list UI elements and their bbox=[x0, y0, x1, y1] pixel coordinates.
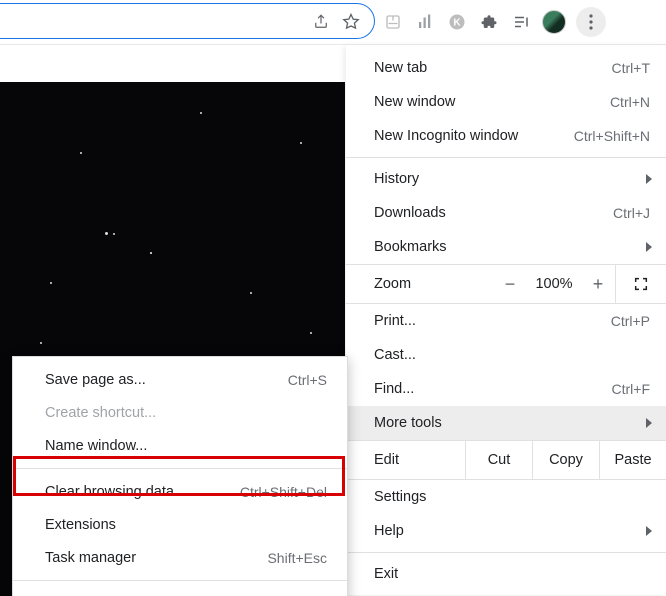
menu-cast[interactable]: Cast... bbox=[346, 338, 666, 372]
menu-new-window[interactable]: New window Ctrl+N bbox=[346, 85, 666, 119]
submenu-label: Task manager bbox=[45, 550, 136, 566]
menu-shortcut: Ctrl+N bbox=[610, 94, 650, 110]
menu-shortcut: Ctrl+J bbox=[613, 205, 650, 221]
menu-settings[interactable]: Settings bbox=[346, 480, 666, 514]
submenu-shortcut: Shift+Esc bbox=[267, 550, 327, 566]
zoom-label: Zoom bbox=[346, 276, 411, 292]
menu-shortcut: Ctrl+P bbox=[611, 313, 650, 329]
edit-label: Edit bbox=[346, 452, 399, 468]
menu-label: History bbox=[374, 171, 419, 187]
menu-label: New tab bbox=[374, 60, 427, 76]
svg-text:K: K bbox=[453, 17, 461, 28]
menu-label: Bookmarks bbox=[374, 239, 447, 255]
menu-label: Downloads bbox=[374, 205, 446, 221]
submenu-task-manager[interactable]: Task manager Shift+Esc bbox=[13, 541, 347, 574]
extensions-puzzle-icon[interactable] bbox=[478, 11, 500, 33]
extension-icon-2[interactable] bbox=[414, 11, 436, 33]
menu-label: New Incognito window bbox=[374, 128, 518, 144]
share-icon[interactable] bbox=[310, 11, 332, 33]
menu-downloads[interactable]: Downloads Ctrl+J bbox=[346, 196, 666, 230]
more-tools-submenu: Save page as... Ctrl+S Create shortcut..… bbox=[12, 356, 348, 596]
submenu-shortcut: Ctrl+S bbox=[288, 372, 327, 388]
submenu-developer-tools[interactable]: Developer tools Ctrl+Shift+I bbox=[13, 587, 347, 596]
zoom-out-button[interactable]: − bbox=[493, 274, 527, 295]
edit-paste-button[interactable]: Paste bbox=[599, 441, 666, 479]
menu-help[interactable]: Help bbox=[346, 514, 666, 548]
submenu-label: Clear browsing data... bbox=[45, 484, 186, 500]
menu-history[interactable]: History bbox=[346, 162, 666, 196]
menu-label: Help bbox=[374, 523, 404, 539]
edit-copy-button[interactable]: Copy bbox=[532, 441, 599, 479]
submenu-label: Save page as... bbox=[45, 372, 146, 388]
menu-label: Settings bbox=[374, 489, 426, 505]
chrome-menu-button[interactable] bbox=[576, 7, 606, 37]
edit-cut-button[interactable]: Cut bbox=[465, 441, 532, 479]
submenu-label: Name window... bbox=[45, 438, 147, 454]
menu-label: Print... bbox=[374, 313, 416, 329]
menu-new-incognito[interactable]: New Incognito window Ctrl+Shift+N bbox=[346, 119, 666, 153]
submenu-shortcut: Ctrl+Shift+Del bbox=[240, 484, 327, 500]
menu-label: More tools bbox=[374, 415, 442, 431]
menu-zoom-row: Zoom − 100% + bbox=[346, 264, 666, 304]
submenu-name-window[interactable]: Name window... bbox=[13, 429, 347, 462]
extension-icon-1[interactable] bbox=[382, 11, 404, 33]
browser-toolbar: K bbox=[0, 0, 666, 45]
submenu-create-shortcut[interactable]: Create shortcut... bbox=[13, 396, 347, 429]
menu-shortcut: Ctrl+F bbox=[612, 381, 651, 397]
menu-new-tab[interactable]: New tab Ctrl+T bbox=[346, 51, 666, 85]
menu-bookmarks[interactable]: Bookmarks bbox=[346, 230, 666, 264]
menu-find[interactable]: Find... Ctrl+F bbox=[346, 372, 666, 406]
zoom-value: 100% bbox=[527, 276, 581, 292]
omnibox[interactable] bbox=[0, 3, 375, 39]
menu-edit-row: Edit Cut Copy Paste bbox=[346, 440, 666, 480]
submenu-label: Create shortcut... bbox=[45, 405, 156, 421]
zoom-in-button[interactable]: + bbox=[581, 274, 615, 295]
fullscreen-button[interactable] bbox=[615, 265, 666, 303]
submenu-save-page[interactable]: Save page as... Ctrl+S bbox=[13, 363, 347, 396]
menu-label: Exit bbox=[374, 566, 398, 582]
extension-icon-3[interactable]: K bbox=[446, 11, 468, 33]
menu-shortcut: Ctrl+Shift+N bbox=[574, 128, 650, 144]
bookmark-star-icon[interactable] bbox=[340, 11, 362, 33]
profile-avatar[interactable] bbox=[542, 10, 566, 34]
reading-list-icon[interactable] bbox=[510, 11, 532, 33]
menu-label: Find... bbox=[374, 381, 414, 397]
menu-shortcut: Ctrl+T bbox=[612, 60, 651, 76]
submenu-extensions[interactable]: Extensions bbox=[13, 508, 347, 541]
menu-exit[interactable]: Exit bbox=[346, 557, 666, 591]
menu-print[interactable]: Print... Ctrl+P bbox=[346, 304, 666, 338]
menu-label: New window bbox=[374, 94, 455, 110]
menu-more-tools[interactable]: More tools bbox=[346, 406, 666, 440]
submenu-clear-browsing-data[interactable]: Clear browsing data... Ctrl+Shift+Del bbox=[13, 475, 347, 508]
chrome-main-menu: New tab Ctrl+T New window Ctrl+N New Inc… bbox=[346, 44, 666, 595]
menu-label: Cast... bbox=[374, 347, 416, 363]
submenu-label: Extensions bbox=[45, 517, 116, 533]
